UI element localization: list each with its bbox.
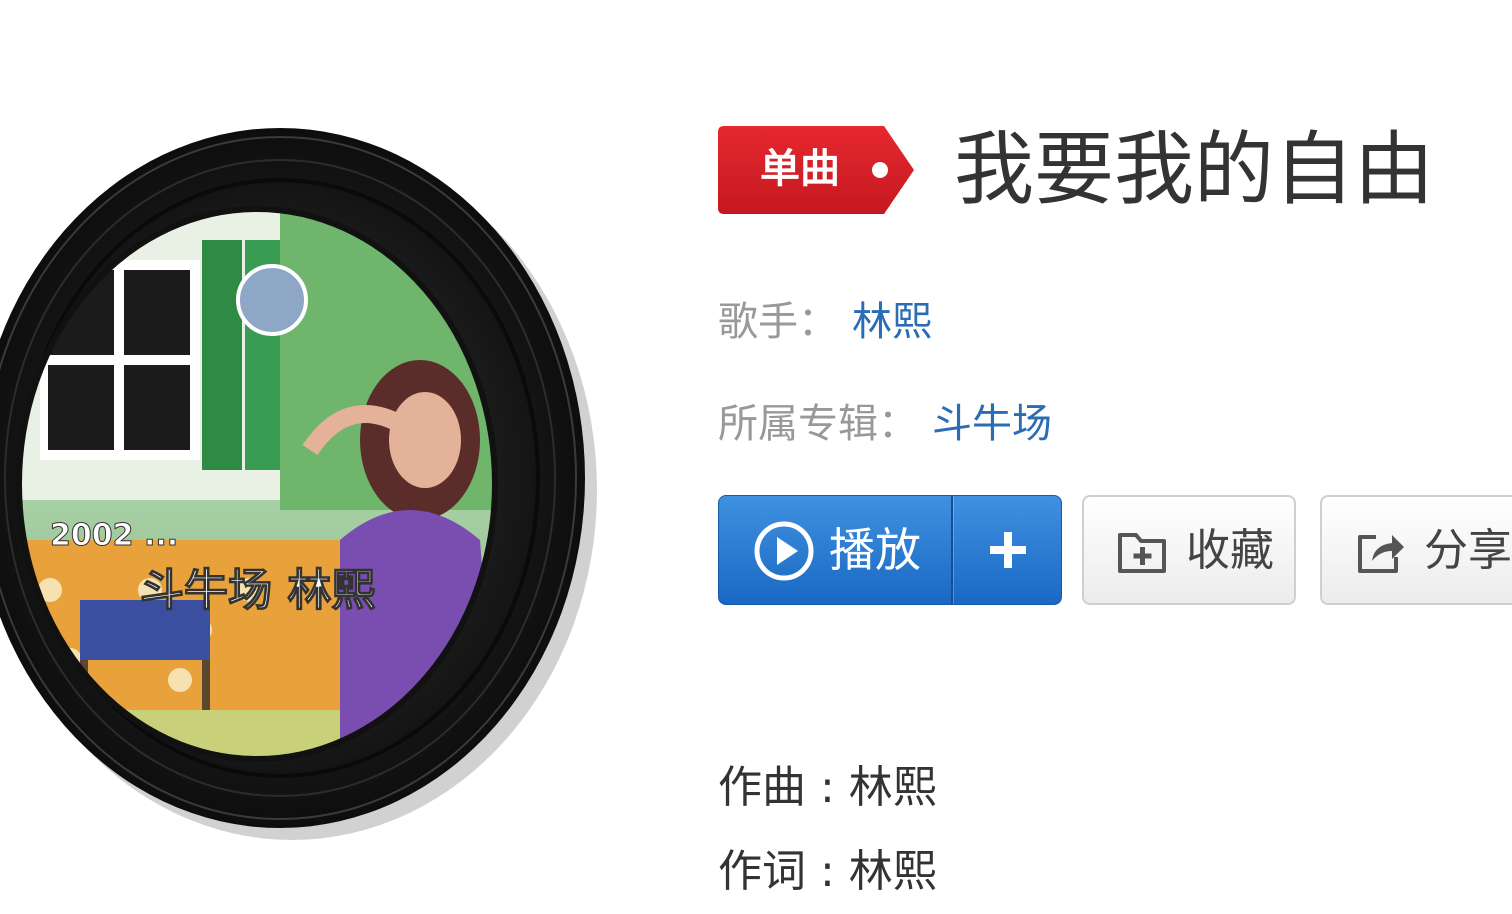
singer-label: 歌手：: [718, 299, 838, 345]
folder-plus-icon: [1118, 533, 1166, 573]
single-badge: 单曲: [718, 126, 914, 214]
cover-text-large: 斗牛场 林熙: [140, 565, 375, 616]
play-button-group: 播放: [718, 495, 1062, 605]
share-label: 分享: [1424, 525, 1512, 576]
song-title: 我要我的自由: [954, 123, 1434, 216]
composer-credit: 作曲 : 林熙: [718, 762, 937, 813]
collect-button[interactable]: 收藏: [1082, 495, 1296, 605]
play-divider: [951, 496, 953, 604]
share-icon: [1358, 535, 1404, 573]
album-row: 所属专辑： 斗牛场: [718, 398, 1052, 450]
album-cover-vinyl[interactable]: 2002 ... 斗牛场 林熙: [0, 120, 610, 850]
title-row: 单曲 我要我的自由: [718, 122, 1434, 218]
song-detail-page: 2002 ... 斗牛场 林熙 单曲 我要我的自由 歌手： 林熙 所属专辑： 斗…: [0, 0, 1512, 914]
play-label: 播放: [829, 523, 921, 577]
badge-label: 单曲: [760, 146, 840, 192]
song-info: 单曲 我要我的自由 歌手： 林熙 所属专辑： 斗牛场 播放 收藏 分享 作曲:…: [718, 0, 1512, 914]
lyricist-credit: 作词 : 林熙: [718, 846, 937, 897]
singer-row: 歌手： 林熙: [718, 296, 932, 348]
play-button[interactable]: 播放: [719, 496, 951, 604]
cover-text-small: 2002 ...: [50, 518, 178, 553]
album-link[interactable]: 斗牛场: [932, 401, 1052, 447]
play-icon: [754, 521, 814, 581]
singer-link[interactable]: 林熙: [852, 299, 932, 345]
collect-label: 收藏: [1186, 525, 1274, 576]
add-to-playlist-button[interactable]: [955, 496, 1061, 604]
plus-icon: [990, 532, 1026, 568]
album-label: 所属专辑：: [718, 401, 918, 447]
share-button[interactable]: 分享: [1320, 495, 1512, 605]
